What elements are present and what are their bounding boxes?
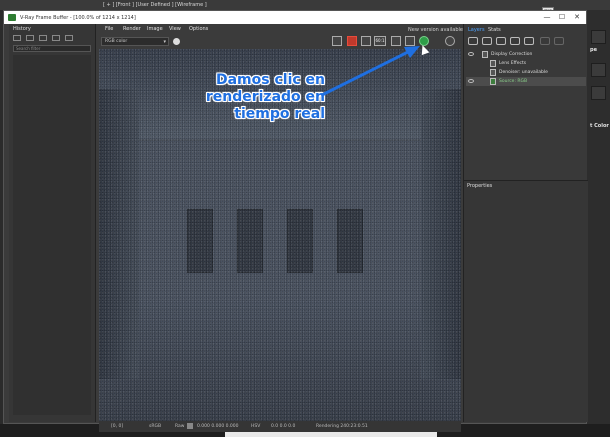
- annotation-line: Damos clic en: [215, 72, 325, 88]
- render-teapot-icon[interactable]: [445, 36, 455, 46]
- channel-value: RGB color: [105, 39, 128, 44]
- layers-toolbar: [468, 37, 586, 47]
- layer-label: Source: RGB: [499, 79, 528, 84]
- lens-icon[interactable]: [405, 36, 415, 46]
- render-info: Rendering 240:23:0.51: [316, 424, 368, 429]
- raw-label: Raw: [175, 424, 185, 429]
- hsv-values: 0.0 0.0 0.0: [271, 424, 296, 429]
- folder-icon: [482, 51, 488, 58]
- history-title: History: [13, 26, 31, 32]
- annotation-line: renderizado en: [205, 89, 325, 105]
- pixel-coords: [0, 0]: [111, 424, 124, 429]
- vray-app-icon: [8, 14, 16, 21]
- load-layers-icon[interactable]: [510, 37, 520, 45]
- layer-icon: [490, 69, 496, 76]
- layer-icon: [490, 78, 496, 85]
- new-version-link[interactable]: New version available!: [408, 27, 465, 33]
- redo-icon[interactable]: [554, 37, 564, 45]
- status-bar: [0, 0] sRGB Raw 0.000 0.000 0.000 HSV 0.…: [99, 421, 461, 432]
- layer-label: Lens Effects: [499, 61, 527, 66]
- tutorial-annotation: Damos clic en renderizado en tiempo real: [195, 72, 325, 123]
- vfb-toolbar: RGB color ▾ 60:1: [99, 34, 461, 49]
- history-toolbar: [13, 35, 93, 43]
- menu-options[interactable]: Options: [189, 26, 208, 32]
- eye-icon[interactable]: [468, 52, 474, 56]
- channel-dropdown[interactable]: RGB color ▾: [101, 37, 169, 46]
- delete-history-icon[interactable]: [52, 35, 60, 41]
- undo-icon[interactable]: [540, 37, 550, 45]
- properties-panel: Properties: [464, 180, 588, 422]
- layer-icon: [490, 60, 496, 67]
- layer-label: Denoiser: unavailable: [499, 70, 548, 75]
- panel-button[interactable]: [591, 86, 606, 100]
- eye-icon[interactable]: [468, 79, 474, 83]
- minimize-button[interactable]: —: [540, 12, 554, 23]
- layer-display-correction[interactable]: Display Correction: [466, 50, 586, 59]
- save-history-icon[interactable]: [13, 35, 21, 41]
- load-history-icon[interactable]: [26, 35, 34, 41]
- max-command-panel: pe t Color: [587, 10, 610, 437]
- panel-button[interactable]: [591, 30, 606, 44]
- tab-layers[interactable]: Layers: [466, 26, 487, 34]
- region-render-icon[interactable]: [361, 36, 371, 46]
- history-panel: History Search filter: [9, 24, 96, 422]
- color-picker-icon[interactable]: [173, 38, 180, 45]
- history-list[interactable]: [13, 55, 91, 415]
- stereo-zoom-button[interactable]: 60:1: [374, 36, 386, 46]
- clear-image-icon[interactable]: [347, 36, 357, 46]
- properties-title: Properties: [467, 183, 493, 189]
- compare-history-icon[interactable]: [39, 35, 47, 41]
- clear-history-icon[interactable]: [65, 35, 73, 41]
- maximize-button[interactable]: ☐: [555, 12, 569, 23]
- raw-swatch: [187, 423, 193, 429]
- window-title: V-Ray Frame Buffer - [100.0% of 1214 x 1…: [20, 15, 136, 21]
- menu-view[interactable]: View: [169, 26, 181, 32]
- layer-label: Display Correction: [491, 52, 533, 57]
- menu-render[interactable]: Render: [123, 26, 141, 32]
- remove-layer-icon[interactable]: [482, 37, 492, 45]
- raw-values: 0.000 0.000 0.000: [197, 424, 239, 429]
- save-image-icon[interactable]: [332, 36, 342, 46]
- track-mouse-icon[interactable]: [391, 36, 401, 46]
- close-button[interactable]: ✕: [570, 12, 584, 23]
- hsv-label: HSV: [251, 424, 261, 429]
- tab-stats[interactable]: Stats: [486, 26, 503, 34]
- list-icon[interactable]: [524, 37, 534, 45]
- color-space: sRGB: [149, 424, 162, 429]
- menu-file[interactable]: File: [105, 26, 113, 32]
- panel-label-type: pe: [590, 47, 597, 53]
- history-search-input[interactable]: Search filter: [13, 45, 91, 52]
- panel-button[interactable]: [591, 63, 606, 77]
- save-layers-icon[interactable]: [496, 37, 506, 45]
- max-top-bar: [ + ] [Front ] [User Defined ] [Wirefram…: [0, 0, 610, 13]
- menu-image[interactable]: Image: [147, 26, 163, 32]
- chevron-down-icon: ▾: [163, 39, 166, 45]
- layers-panel: Layers Stats Display Correction Lens Eff…: [463, 24, 588, 422]
- viewport-label: [ + ] [Front ] [User Defined ] [Wirefram…: [103, 2, 207, 8]
- add-layer-icon[interactable]: [468, 37, 478, 45]
- layer-denoiser[interactable]: Denoiser: unavailable: [466, 68, 586, 77]
- annotation-line: tiempo real: [234, 106, 325, 122]
- menu-bar: File Render Image View Options: [99, 24, 461, 34]
- title-bar: V-Ray Frame Buffer - [100.0% of 1214 x 1…: [4, 11, 586, 24]
- panel-label-color: t Color: [590, 123, 609, 129]
- layer-lens-effects[interactable]: Lens Effects: [466, 59, 586, 68]
- layer-source-rgb[interactable]: Source: RGB: [466, 77, 586, 86]
